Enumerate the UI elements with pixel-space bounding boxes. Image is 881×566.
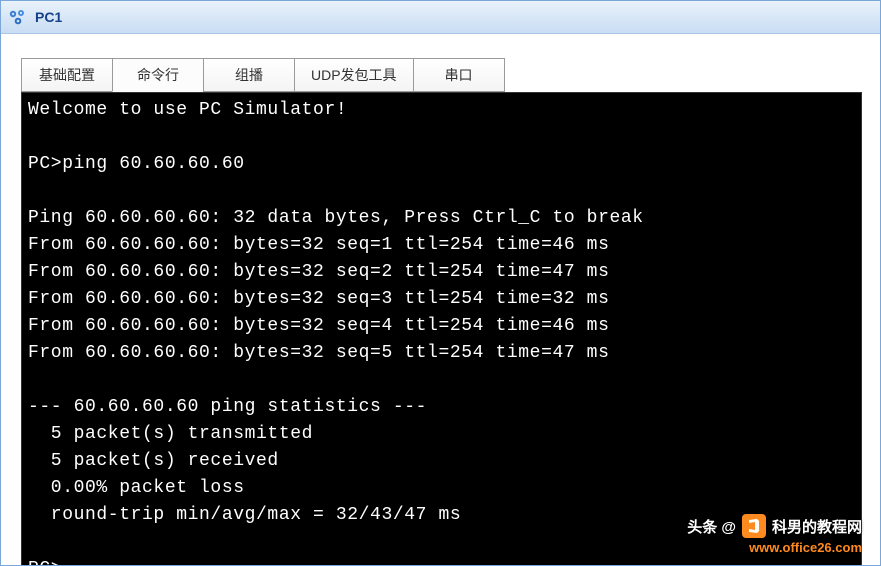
tab-udp-tool[interactable]: UDP发包工具 [294,58,414,92]
app-icon [9,8,27,26]
tab-label: 串口 [445,65,473,85]
terminal-panel: Welcome to use PC Simulator! PC>ping 60.… [21,92,862,566]
tab-basic-config[interactable]: 基础配置 [21,58,113,92]
tab-label: 基础配置 [39,65,95,85]
tab-bar: 基础配置 命令行 组播 UDP发包工具 串口 [21,52,862,92]
terminal-output[interactable]: Welcome to use PC Simulator! PC>ping 60.… [22,93,861,566]
title-bar[interactable]: PC1 [1,1,880,34]
tab-multicast[interactable]: 组播 [203,58,295,92]
app-window: PC1 基础配置 命令行 组播 UDP发包工具 串口 Welcome to us… [0,0,881,566]
tab-label: 命令行 [137,65,179,85]
client-area: 基础配置 命令行 组播 UDP发包工具 串口 Welcome to use PC… [1,34,880,566]
tab-serial[interactable]: 串口 [413,58,505,92]
tab-label: 组播 [235,65,263,85]
tab-cli[interactable]: 命令行 [112,58,204,92]
window-title: PC1 [35,9,62,25]
tab-label: UDP发包工具 [311,65,397,85]
